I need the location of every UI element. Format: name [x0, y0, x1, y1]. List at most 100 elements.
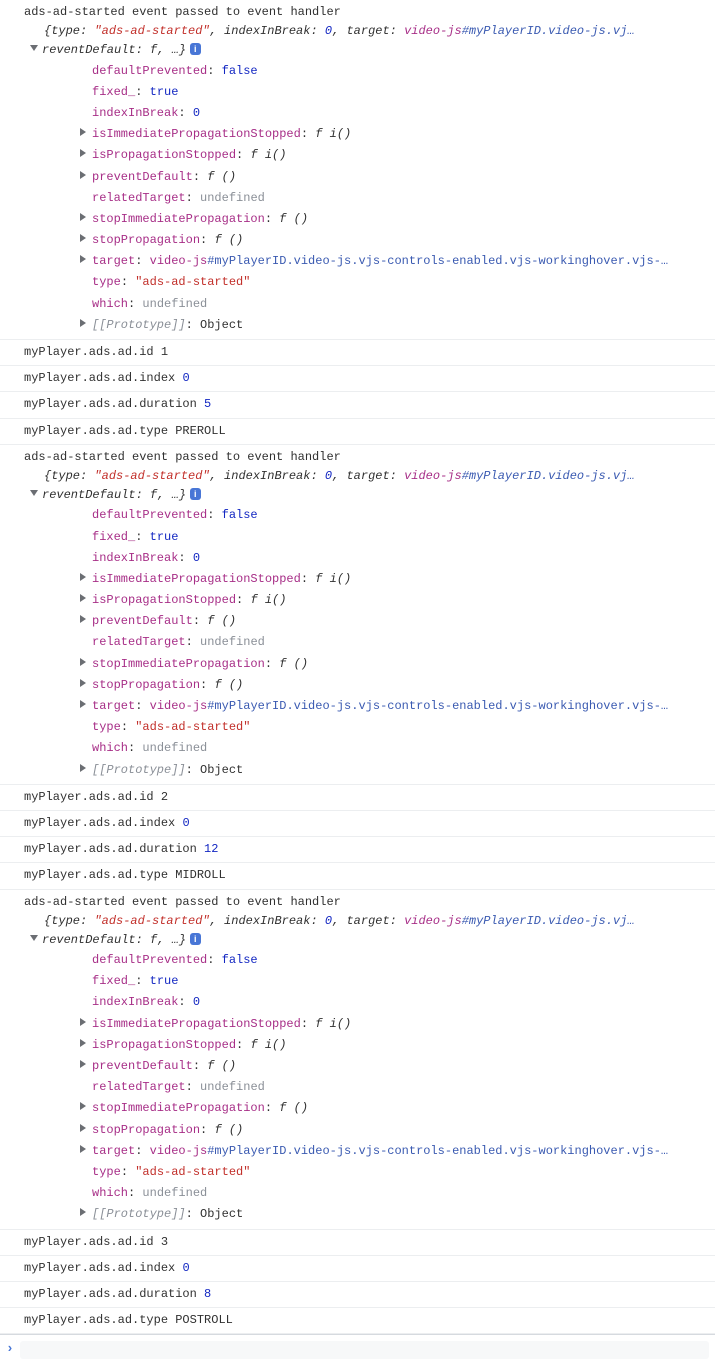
property-row[interactable]: stopPropagation: f ()	[80, 675, 715, 696]
log-entry[interactable]: myPlayer.ads.ad.duration 8	[0, 1282, 715, 1308]
property-row[interactable]: which: undefined	[80, 738, 715, 759]
expand-icon[interactable]	[80, 1208, 86, 1216]
property-row[interactable]: isImmediatePropagationStopped: f i()	[80, 124, 715, 145]
property-row[interactable]: preventDefault: f ()	[80, 611, 715, 632]
log-entry[interactable]: myPlayer.ads.ad.duration 5	[0, 392, 715, 418]
property-row[interactable]: [[Prototype]]: Object	[80, 760, 715, 781]
expand-icon[interactable]	[80, 149, 86, 157]
property-row[interactable]: isPropagationStopped: f i()	[80, 1035, 715, 1056]
log-entry[interactable]: myPlayer.ads.ad.type POSTROLL	[0, 1308, 715, 1334]
property-key: isImmediatePropagationStopped	[92, 127, 301, 141]
expand-icon[interactable]	[80, 128, 86, 136]
expand-toggle-icon[interactable]	[30, 935, 38, 941]
expand-icon[interactable]	[80, 1060, 86, 1068]
prompt-chevron-icon: ›	[6, 1339, 14, 1360]
property-row[interactable]: which: undefined	[80, 294, 715, 315]
object-summary[interactable]: {type: "ads-ad-started", indexInBreak: 0…	[24, 467, 715, 486]
console-input[interactable]	[20, 1341, 709, 1359]
property-row[interactable]: isPropagationStopped: f i()	[80, 590, 715, 611]
property-row[interactable]: which: undefined	[80, 1183, 715, 1204]
property-row[interactable]: type: "ads-ad-started"	[80, 272, 715, 293]
property-row[interactable]: type: "ads-ad-started"	[80, 1162, 715, 1183]
log-entry[interactable]: myPlayer.ads.ad.id 2	[0, 785, 715, 811]
property-row[interactable]: defaultPrevented: false	[80, 505, 715, 526]
property-row[interactable]: stopPropagation: f ()	[80, 1120, 715, 1141]
object-summary[interactable]: {type: "ads-ad-started", indexInBreak: 0…	[24, 912, 715, 931]
property-row[interactable]: type: "ads-ad-started"	[80, 717, 715, 738]
expand-icon[interactable]	[80, 679, 86, 687]
property-value: f ()	[279, 212, 308, 226]
property-row[interactable]: [[Prototype]]: Object	[80, 1204, 715, 1225]
property-row[interactable]: relatedTarget: undefined	[80, 188, 715, 209]
info-badge-icon[interactable]: i	[190, 488, 201, 500]
property-row[interactable]: indexInBreak: 0	[80, 548, 715, 569]
property-row[interactable]: isPropagationStopped: f i()	[80, 145, 715, 166]
expand-icon[interactable]	[80, 234, 86, 242]
property-row[interactable]: indexInBreak: 0	[80, 103, 715, 124]
property-row[interactable]: fixed_: true	[80, 527, 715, 548]
object-summary-line2[interactable]: reventDefault: f, …}i	[24, 41, 715, 60]
log-entry[interactable]: myPlayer.ads.ad.id 1	[0, 340, 715, 366]
property-row[interactable]: stopPropagation: f ()	[80, 230, 715, 251]
expand-icon[interactable]	[80, 594, 86, 602]
object-summary-line2[interactable]: reventDefault: f, …}i	[24, 486, 715, 505]
property-row[interactable]: preventDefault: f ()	[80, 167, 715, 188]
property-row[interactable]: stopImmediatePropagation: f ()	[80, 1098, 715, 1119]
property-row[interactable]: isImmediatePropagationStopped: f i()	[80, 1014, 715, 1035]
expand-toggle-icon[interactable]	[30, 45, 38, 51]
expand-icon[interactable]	[80, 255, 86, 263]
property-row[interactable]: preventDefault: f ()	[80, 1056, 715, 1077]
log-entry-object[interactable]: ads-ad-started event passed to event han…	[0, 890, 715, 1230]
log-entry[interactable]: myPlayer.ads.ad.index 0	[0, 366, 715, 392]
info-badge-icon[interactable]: i	[190, 933, 201, 945]
object-summary[interactable]: {type: "ads-ad-started", indexInBreak: 0…	[24, 22, 715, 41]
expand-icon[interactable]	[80, 1039, 86, 1047]
property-row[interactable]: fixed_: true	[80, 82, 715, 103]
property-key: fixed_	[92, 974, 135, 988]
property-row[interactable]: defaultPrevented: false	[80, 61, 715, 82]
log-entry[interactable]: myPlayer.ads.ad.id 3	[0, 1230, 715, 1256]
property-value: 0	[193, 106, 200, 120]
property-row[interactable]: target: video-js#myPlayerID.video-js.vjs…	[80, 251, 715, 272]
property-key: fixed_	[92, 85, 135, 99]
log-entry[interactable]: myPlayer.ads.ad.index 0	[0, 1256, 715, 1282]
property-row[interactable]: relatedTarget: undefined	[80, 1077, 715, 1098]
log-entry-object[interactable]: ads-ad-started event passed to event han…	[0, 445, 715, 785]
property-row[interactable]: fixed_: true	[80, 971, 715, 992]
expand-toggle-icon[interactable]	[30, 490, 38, 496]
property-row[interactable]: indexInBreak: 0	[80, 992, 715, 1013]
log-entry[interactable]: myPlayer.ads.ad.index 0	[0, 811, 715, 837]
property-row[interactable]: target: video-js#myPlayerID.video-js.vjs…	[80, 1141, 715, 1162]
log-entry[interactable]: myPlayer.ads.ad.type PREROLL	[0, 419, 715, 445]
property-row[interactable]: relatedTarget: undefined	[80, 632, 715, 653]
expand-icon[interactable]	[80, 1124, 86, 1132]
expand-icon[interactable]	[80, 1102, 86, 1110]
expand-icon[interactable]	[80, 171, 86, 179]
expand-icon[interactable]	[80, 213, 86, 221]
expand-icon[interactable]	[80, 1018, 86, 1026]
log-entry[interactable]: myPlayer.ads.ad.duration 12	[0, 837, 715, 863]
expand-icon[interactable]	[80, 700, 86, 708]
property-row[interactable]: target: video-js#myPlayerID.video-js.vjs…	[80, 696, 715, 717]
property-row[interactable]: stopImmediatePropagation: f ()	[80, 654, 715, 675]
property-value: 0	[193, 995, 200, 1009]
property-value: true	[150, 974, 179, 988]
info-badge-icon[interactable]: i	[190, 43, 201, 55]
expand-icon[interactable]	[80, 658, 86, 666]
property-row[interactable]: defaultPrevented: false	[80, 950, 715, 971]
expand-icon[interactable]	[80, 764, 86, 772]
property-row[interactable]: isImmediatePropagationStopped: f i()	[80, 569, 715, 590]
expand-icon[interactable]	[80, 1145, 86, 1153]
expand-icon[interactable]	[80, 573, 86, 581]
log-entry-object[interactable]: ads-ad-started event passed to event han…	[0, 0, 715, 340]
log-entry[interactable]: myPlayer.ads.ad.type MIDROLL	[0, 863, 715, 889]
property-row[interactable]: [[Prototype]]: Object	[80, 315, 715, 336]
console-input-row: ›	[0, 1334, 715, 1364]
expand-icon[interactable]	[80, 615, 86, 623]
property-row[interactable]: stopImmediatePropagation: f ()	[80, 209, 715, 230]
property-key: relatedTarget	[92, 635, 186, 649]
property-value: f ()	[207, 1059, 236, 1073]
expand-icon[interactable]	[80, 319, 86, 327]
object-properties: defaultPrevented: falsefixed_: trueindex…	[24, 950, 715, 1225]
object-summary-line2[interactable]: reventDefault: f, …}i	[24, 931, 715, 950]
